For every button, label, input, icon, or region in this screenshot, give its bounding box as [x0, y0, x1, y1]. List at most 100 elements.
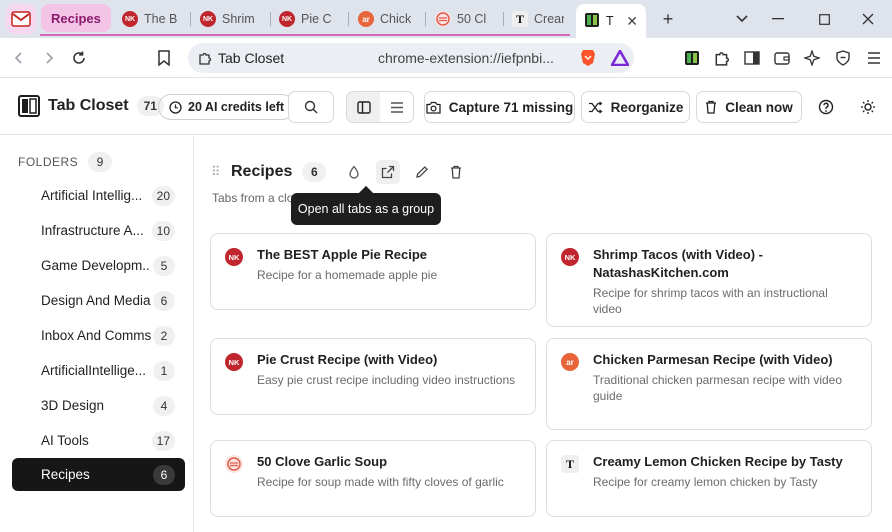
tab-card[interactable]: T Creamy Lemon Chicken Recipe by Tasty R… — [546, 440, 872, 517]
browser-tab-2[interactable]: NK Shrim — [192, 4, 268, 34]
folder-count: 2 — [153, 325, 175, 346]
view-toggle — [346, 91, 414, 123]
browser-tab-6[interactable]: T Crean — [504, 4, 572, 34]
delete-group-button[interactable] — [444, 160, 468, 184]
folder-count: 20 — [151, 185, 175, 206]
browser-tab-1[interactable]: NK The B — [114, 4, 190, 34]
back-button[interactable] — [8, 47, 30, 69]
sidebar-folder-infrastructure[interactable]: Infrastructure A... 10 — [12, 214, 185, 247]
color-button[interactable] — [342, 160, 366, 184]
tab-card-title: Creamy Lemon Chicken Recipe by Tasty — [593, 454, 843, 469]
folder-count: 10 — [151, 220, 175, 241]
list-view-button[interactable] — [380, 92, 413, 122]
tasty-icon: T — [561, 455, 579, 473]
folder-name: ArtificialIntellige... — [41, 363, 147, 378]
capture-missing-button[interactable]: Capture 71 missing — [424, 91, 575, 123]
tab-search-button[interactable] — [731, 8, 753, 30]
theme-toggle-button[interactable] — [858, 97, 878, 117]
app-title: Tab Closet — [48, 97, 129, 114]
soup-icon — [225, 455, 243, 473]
pinned-tab[interactable] — [6, 4, 36, 34]
tab-card-description: Recipe for shrimp tacos with an instruct… — [593, 286, 828, 316]
tab-card-title: Pie Crust Recipe (with Video) — [257, 352, 438, 367]
tab-card-title: The BEST Apple Pie Recipe — [257, 247, 428, 262]
sidebar-folder-3d-design[interactable]: 3D Design 4 — [12, 389, 185, 422]
sidebar-folder-artificialintelligence[interactable]: ArtificialIntellige... 1 — [12, 354, 185, 387]
allrecipes-icon: ar — [561, 353, 579, 371]
tab-card[interactable]: NK Shrimp Tacos (with Video) - NatashasK… — [546, 233, 872, 327]
group-description: Tabs from a clo — [212, 191, 294, 205]
browser-tab-active[interactable]: T ✕ — [576, 4, 646, 38]
browser-tab-strip: Recipes NK The B NK Shrim NK Pie C ar Ch… — [0, 0, 892, 38]
browser-tab-5[interactable]: 50 Cl — [427, 4, 503, 34]
sidebar-folder-game-development[interactable]: Game Developm... 5 — [12, 249, 185, 282]
shield-icon — [836, 50, 850, 66]
bookmark-icon — [158, 50, 170, 66]
reload-button[interactable] — [68, 47, 90, 69]
sun-icon — [861, 100, 875, 114]
tab-card[interactable]: NK The BEST Apple Pie Recipe Recipe for … — [210, 233, 536, 310]
open-all-tabs-button[interactable] — [376, 160, 401, 184]
trash-icon — [706, 100, 717, 114]
capture-missing-label: Capture 71 missing — [448, 99, 574, 115]
tab-card[interactable]: 50 Clove Garlic Soup Recipe for soup mad… — [210, 440, 536, 517]
new-tab-button[interactable]: + — [657, 8, 679, 30]
tab-label: Chick — [380, 12, 412, 26]
tab-group-label[interactable]: Recipes — [41, 4, 111, 32]
help-button[interactable] — [816, 97, 836, 117]
sidebar-folder-artificial-intelligence[interactable]: Artificial Intellig... 20 — [12, 179, 185, 212]
clean-now-button[interactable]: Clean now — [696, 91, 802, 123]
panel-view-button[interactable] — [347, 92, 380, 122]
drag-handle-icon[interactable]: ⠿ — [211, 164, 221, 180]
tab-card-title: Shrimp Tacos (with Video) - NatashasKitc… — [593, 247, 763, 280]
natashas-kitchen-icon: NK — [279, 11, 295, 27]
external-link-icon — [382, 165, 395, 179]
list-icon — [390, 101, 403, 113]
maximize-button[interactable] — [813, 8, 835, 30]
browser-tab-3[interactable]: NK Pie C — [271, 4, 347, 34]
tasty-icon: T — [512, 11, 528, 27]
bookmark-button[interactable] — [153, 47, 175, 69]
search-button[interactable] — [288, 91, 334, 123]
group-title: Recipes — [231, 163, 293, 180]
address-bar[interactable]: Tab Closet chrome-extension://iefpnbi... — [188, 43, 634, 73]
forward-button[interactable] — [38, 47, 60, 69]
wallet-button[interactable] — [772, 48, 792, 68]
app-header: Tab Closet 71 20 AI credits left Capture… — [0, 79, 892, 135]
tab-card[interactable]: ar Chicken Parmesan Recipe (with Video) … — [546, 338, 872, 430]
sidebar-toggle-button[interactable] — [742, 48, 762, 68]
reorganize-label: Reorganize — [610, 99, 684, 115]
ai-credits-badge[interactable]: 20 AI credits left — [158, 94, 296, 120]
chevron-down-icon — [736, 15, 748, 23]
reorganize-button[interactable]: Reorganize — [581, 91, 690, 123]
close-window-button[interactable] — [857, 8, 879, 30]
ai-credits-text: 20 AI credits left — [188, 100, 285, 114]
tab-separator — [425, 12, 426, 26]
tab-closet-logo-icon — [18, 95, 40, 117]
sidebar-folder-ai-tools[interactable]: AI Tools 17 — [12, 424, 185, 457]
sidebar-folder-design-and-media[interactable]: Design And Media 6 — [12, 284, 185, 317]
close-tab-icon[interactable]: ✕ — [626, 13, 638, 30]
tooltip: Open all tabs as a group — [291, 193, 441, 225]
menu-button[interactable] — [864, 48, 884, 68]
puzzle-icon — [715, 52, 729, 66]
tab-card[interactable]: NK Pie Crust Recipe (with Video) Easy pi… — [210, 338, 536, 415]
vpn-button[interactable] — [833, 48, 853, 68]
browser-tab-4[interactable]: ar Chick — [350, 4, 428, 34]
minimize-button[interactable] — [767, 8, 789, 30]
group-count-badge: 6 — [302, 162, 327, 182]
sidebar-folder-inbox-and-comms[interactable]: Inbox And Comms 2 — [12, 319, 185, 352]
group-header: ⠿ Recipes 6 — [211, 160, 468, 184]
brave-shields-button[interactable] — [578, 48, 598, 68]
extensions-button[interactable] — [712, 48, 732, 68]
leo-ai-button[interactable] — [802, 48, 822, 68]
sparkle-icon — [804, 50, 820, 66]
pencil-icon — [416, 166, 429, 178]
natashas-kitchen-icon: NK — [225, 353, 243, 371]
brave-rewards-button[interactable] — [610, 48, 630, 68]
tab-card-description: Easy pie crust recipe including video in… — [257, 373, 516, 387]
tab-closet-extension-button[interactable] — [682, 48, 702, 68]
sidebar-folder-recipes[interactable]: Recipes 6 — [12, 458, 185, 491]
tab-card-description: Traditional chicken parmesan recipe with… — [593, 373, 843, 403]
rename-group-button[interactable] — [410, 160, 434, 184]
